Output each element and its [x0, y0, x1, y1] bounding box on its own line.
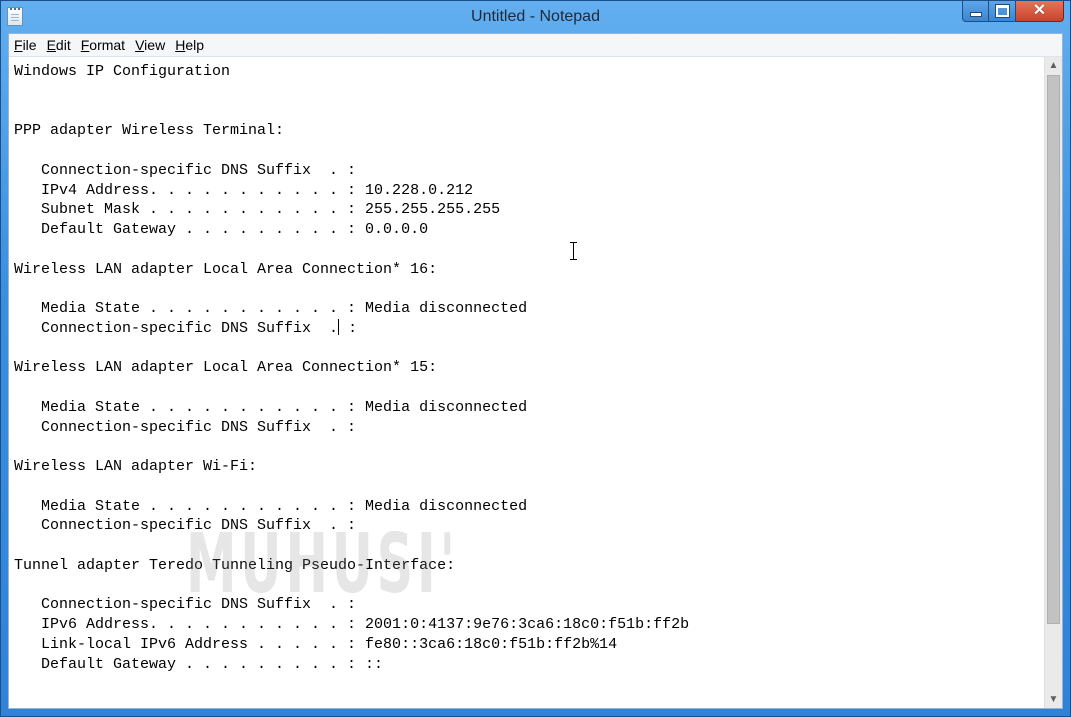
menu-view[interactable]: View [130, 34, 170, 56]
menu-bar: File Edit Format View Help [9, 34, 1062, 57]
doc-line: Media State . . . . . . . . . . . : Medi… [14, 398, 528, 416]
doc-line: PPP adapter Wireless Terminal: [14, 122, 285, 140]
doc-line: Tunnel adapter Teredo Tunneling Pseudo-I… [14, 556, 456, 574]
maximize-button[interactable] [989, 1, 1016, 22]
close-button[interactable]: ✕ [1016, 1, 1064, 22]
doc-line: Wireless LAN adapter Wi-Fi: [14, 458, 258, 475]
doc-line: Connection-specific DNS Suffix . : [14, 418, 357, 436]
scroll-up-button[interactable]: ▲ [1045, 57, 1062, 74]
menu-edit-label: dit [55, 37, 71, 53]
menu-format[interactable]: Format [76, 34, 130, 56]
doc-line: Subnet Mask . . . . . . . . . . . : 255.… [14, 201, 501, 219]
window-controls: ✕ [962, 1, 1064, 23]
menu-format-accelerator: F [80, 37, 90, 53]
doc-line: Connection-specific DNS Suffix . : [14, 517, 357, 535]
menu-file-accelerator: F [14, 37, 23, 53]
doc-line: Wireless LAN adapter Local Area Connecti… [14, 359, 438, 377]
window-title: Untitled - Notepad [471, 8, 600, 25]
chevron-up-icon: ▲ [1048, 60, 1059, 71]
doc-line: Connection-specific DNS Suffix . : [14, 161, 357, 179]
doc-line: Connection-specific DNS Suffix . : [14, 596, 357, 614]
doc-line: IPv4 Address. . . . . . . . . . . : 10.2… [14, 181, 474, 199]
scrollbar-thumb[interactable] [1047, 75, 1060, 624]
minimize-button[interactable] [962, 1, 989, 22]
close-icon: ✕ [1032, 2, 1047, 19]
text-cursor-icon [569, 242, 578, 260]
doc-line: Connection-specific DNS Suffix . [14, 319, 339, 337]
menu-view-label: iew [144, 37, 166, 53]
vertical-scrollbar[interactable]: ▲ ▼ [1044, 57, 1062, 708]
menu-file-label: ile [22, 37, 37, 53]
client-area: File Edit Format View Help Windows IP Co… [8, 33, 1063, 709]
doc-line: Windows IP Configuration [14, 63, 231, 80]
doc-line: Default Gateway . . . . . . . . . : 0.0.… [14, 221, 429, 238]
chevron-down-icon: ▼ [1048, 694, 1059, 705]
menu-edit-accelerator: E [46, 37, 56, 53]
menu-help[interactable]: Help [170, 34, 209, 56]
menu-file[interactable]: File [9, 34, 42, 56]
document-text[interactable]: Windows IP Configuration PPP adapter Wir… [9, 57, 1045, 674]
notepad-window: Untitled - Notepad ✕ File Edit Format Vi… [0, 0, 1071, 717]
text-editor[interactable]: Windows IP Configuration PPP adapter Wir… [9, 57, 1045, 708]
doc-line: : [339, 319, 358, 337]
menu-format-label: ormat [89, 37, 126, 53]
doc-line: Link-local IPv6 Address . . . . . : fe80… [14, 635, 618, 653]
menu-edit[interactable]: Edit [42, 34, 76, 56]
doc-line: Media State . . . . . . . . . . . : Medi… [14, 300, 528, 317]
maximize-icon [995, 5, 1009, 17]
doc-line: IPv6 Address. . . . . . . . . . . : 2001… [14, 616, 690, 633]
doc-line: Media State . . . . . . . . . . . : Medi… [14, 497, 528, 515]
scroll-down-button[interactable]: ▼ [1045, 691, 1062, 708]
menu-help-label: elp [185, 37, 204, 53]
menu-help-accelerator: H [175, 37, 186, 53]
doc-line: Default Gateway . . . . . . . . . : :: [14, 655, 384, 673]
title-bar[interactable]: Untitled - Notepad ✕ [1, 1, 1070, 33]
doc-line: Wireless LAN adapter Local Area Connecti… [14, 260, 438, 278]
menu-view-accelerator: V [135, 37, 145, 53]
minimize-icon [970, 12, 981, 16]
